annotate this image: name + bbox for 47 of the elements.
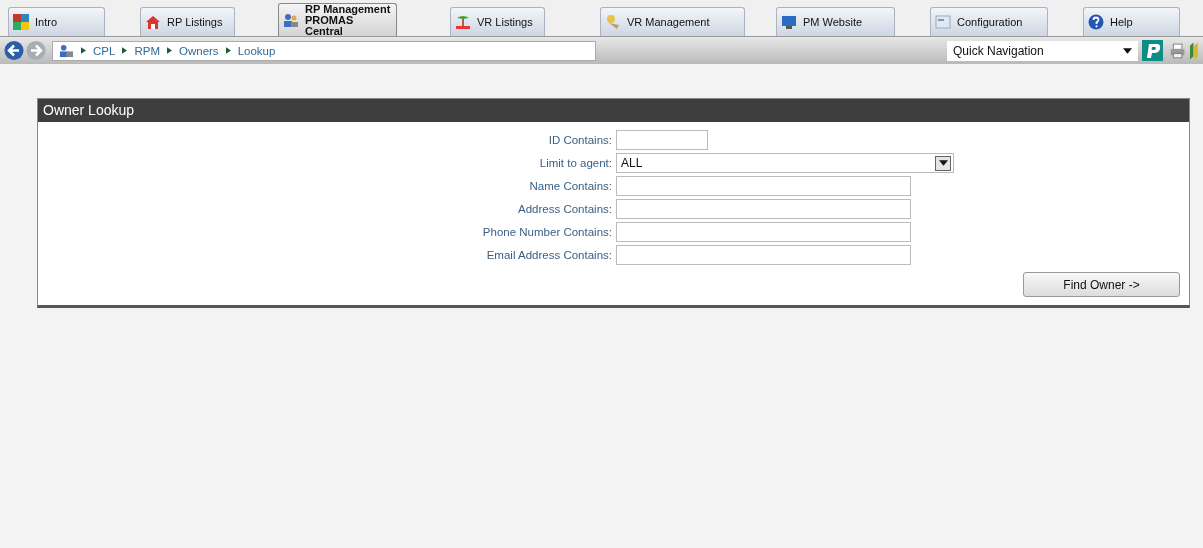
people-icon xyxy=(283,12,299,28)
breadcrumb-link[interactable]: Lookup xyxy=(237,44,276,57)
arrow-icon xyxy=(122,47,128,54)
tab[interactable]: Intro xyxy=(8,7,105,36)
field-label: ID Contains: xyxy=(547,134,613,146)
people-icon xyxy=(59,43,75,58)
input-field[interactable] xyxy=(616,130,708,150)
field-label: Phone Number Contains: xyxy=(481,226,613,238)
field-label: Email Address Contains: xyxy=(485,249,613,261)
figure-icon xyxy=(605,14,621,30)
printer-icon[interactable] xyxy=(1169,41,1187,60)
panel-title: Owner Lookup xyxy=(38,99,1189,122)
arrow-icon xyxy=(167,47,172,54)
arrow-icon xyxy=(81,47,87,54)
tab[interactable]: PM Website xyxy=(776,7,895,36)
input-field[interactable] xyxy=(616,245,911,265)
tab[interactable]: Help xyxy=(1083,7,1180,36)
logo-icon[interactable] xyxy=(1142,40,1164,61)
agent-dropdown[interactable]: ALL xyxy=(616,153,954,173)
input-field[interactable] xyxy=(616,176,911,196)
breadcrumb-link[interactable]: RPM xyxy=(134,44,160,57)
tab[interactable]: VR Listings xyxy=(450,7,545,36)
quick-navigation-dropdown[interactable]: Quick Navigation xyxy=(947,40,1139,61)
house-icon xyxy=(145,14,161,30)
arrow-icon xyxy=(225,47,231,54)
tab[interactable]: RP Management PROMAS Central xyxy=(278,3,397,36)
input-field[interactable] xyxy=(616,199,911,219)
input-field[interactable] xyxy=(616,222,911,242)
field-label: Name Contains: xyxy=(528,180,613,192)
caret-icon xyxy=(1123,47,1133,54)
back-button[interactable] xyxy=(4,40,25,61)
find-owner-button[interactable]: Find Owner -> xyxy=(1023,272,1180,297)
logo-icon xyxy=(13,14,29,30)
palm-tree-icon xyxy=(455,14,471,30)
tab[interactable]: Configuration xyxy=(930,7,1048,36)
window-icon xyxy=(935,14,951,30)
caret-icon xyxy=(938,160,948,166)
breadcrumb-link[interactable]: Owners xyxy=(179,44,219,57)
dropdown-button[interactable] xyxy=(935,155,951,171)
tab[interactable]: RP Listings xyxy=(140,7,235,36)
tab[interactable]: VR Management xyxy=(600,7,745,36)
monitor-icon xyxy=(781,14,797,30)
help-icon xyxy=(1088,14,1104,30)
stripes-icon[interactable] xyxy=(1190,41,1199,60)
breadcrumb-link[interactable]: CPL xyxy=(93,44,116,57)
field-label: Limit to agent: xyxy=(538,157,613,169)
field-label: Address Contains: xyxy=(517,203,613,215)
